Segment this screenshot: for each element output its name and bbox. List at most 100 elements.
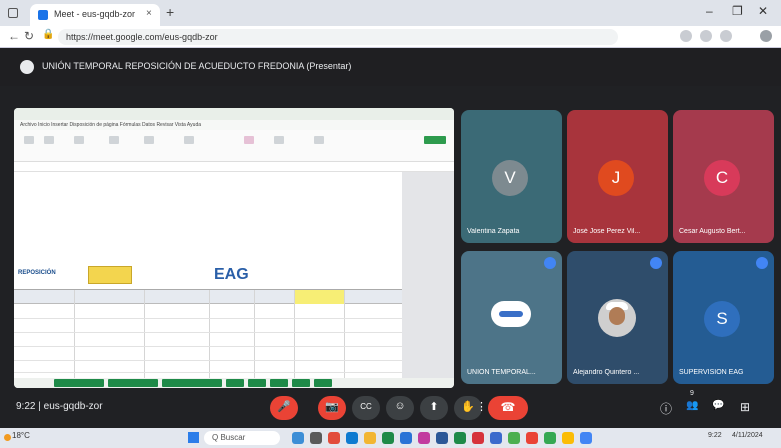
avatar: S [704, 301, 740, 337]
weather-icon [4, 434, 11, 441]
captions-icon: CC [360, 402, 372, 411]
present-button[interactable]: ⬆ [420, 396, 448, 420]
meeting-controls: 9:22 | eus-gqdb-zor 🎤 📷 CC ☺ ⬆ ✋ ⋮ ☎ ⓘ 👥… [0, 388, 781, 428]
people-icon[interactable]: 👥 [686, 400, 698, 411]
activities-icon[interactable]: ⊞ [740, 400, 750, 414]
spreadsheet-ribbon [14, 130, 454, 162]
camera-off-icon: 📷 [325, 401, 339, 413]
app-icon[interactable] [382, 432, 394, 444]
speaking-indicator-icon [544, 257, 556, 269]
windows-taskbar: 18°C Q Buscar 9:22 4/11/2024 [0, 428, 781, 448]
reload-icon[interactable]: ↻ [24, 29, 34, 43]
app-icon[interactable] [490, 432, 502, 444]
app-icon[interactable] [400, 432, 412, 444]
participant-tile-alejandro[interactable]: Alejandro Quintero ... [567, 251, 668, 384]
app-icon[interactable] [526, 432, 538, 444]
end-call-button[interactable]: ☎ [488, 396, 528, 420]
app-icon[interactable] [346, 432, 358, 444]
app-icon[interactable] [544, 432, 556, 444]
chat-icon[interactable]: 💬 [712, 400, 724, 411]
logo-reposicion: REPOSICIÓN [18, 270, 56, 276]
app-icon[interactable] [562, 432, 574, 444]
close-window-button[interactable]: ✕ [758, 4, 768, 18]
avatar: V [492, 160, 528, 196]
clock-time[interactable]: 9:22 [708, 432, 722, 439]
meet-favicon-icon [38, 10, 48, 20]
weather-widget[interactable]: 18°C [12, 431, 30, 440]
bookmark-icon[interactable] [700, 30, 712, 42]
tab-actions-icon[interactable] [8, 8, 18, 18]
present-icon: ⬆ [429, 401, 439, 413]
people-count: 9 [690, 390, 694, 397]
mic-button[interactable]: 🎤 [270, 396, 298, 420]
app-icon[interactable] [292, 432, 304, 444]
lock-icon[interactable]: 🔒 [42, 29, 54, 40]
minimize-button[interactable]: – [706, 4, 713, 18]
profile-icon[interactable] [720, 30, 732, 42]
more-options-button[interactable]: ⋮ [476, 396, 487, 420]
maximize-button[interactable]: ❐ [732, 4, 743, 18]
app-icon[interactable] [436, 432, 448, 444]
participant-tile-union-temporal[interactable]: UNIÓN TEMPORAL... [461, 251, 562, 384]
meet-window: UNIÓN TEMPORAL REPOSICIÓN DE ACUEDUCTO F… [0, 48, 781, 428]
extension-icon[interactable] [680, 30, 692, 42]
app-icon[interactable] [472, 432, 484, 444]
participant-tile-jose[interactable]: J José Jose Perez Vil... [567, 110, 668, 243]
browser-toolbar: ← ↻ 🔒 https://meet.google.com/eus-gqdb-z… [0, 26, 781, 48]
clock-date[interactable]: 4/11/2024 [732, 432, 763, 439]
meeting-code: eus-gqdb-zor [43, 401, 103, 412]
presentation-screen[interactable]: Archivo Inicio Insertar Disposición de p… [14, 108, 454, 388]
taskbar-search[interactable]: Q Buscar [204, 431, 280, 445]
spreadsheet-side-panel [402, 172, 454, 378]
app-icon[interactable] [454, 432, 466, 444]
app-icon[interactable] [328, 432, 340, 444]
windows-start-icon[interactable] [188, 432, 199, 443]
more-icon: ⋮ [476, 401, 487, 413]
speaking-indicator-icon [650, 257, 662, 269]
participant-name: José Jose Perez Vil... [573, 228, 641, 235]
emoji-icon: ☺ [394, 400, 406, 412]
app-icon[interactable] [580, 432, 592, 444]
avatar: J [598, 160, 634, 196]
browser-tab-meet[interactable]: Meet - eus-gqdb-zor × [30, 4, 160, 26]
browser-tab-bar: Meet - eus-gqdb-zor × + – ❐ ✕ [0, 0, 781, 26]
sheet-tabs [14, 378, 454, 388]
meeting-time: 9:22 [16, 401, 36, 412]
menu-icon[interactable] [760, 30, 772, 42]
participant-tile-supervision[interactable]: S SUPERVISION EAG [673, 251, 774, 384]
address-bar[interactable]: https://meet.google.com/eus-gqdb-zor [58, 29, 618, 45]
participant-tile-cesar[interactable]: C Cesar Augusto Bert... [673, 110, 774, 243]
spreadsheet-empty-area [14, 172, 454, 262]
avatar: C [704, 160, 740, 196]
logo-eag: EAG [214, 266, 249, 283]
table-header [14, 290, 454, 304]
app-icon[interactable] [364, 432, 376, 444]
presentation-title: UNIÓN TEMPORAL REPOSICIÓN DE ACUEDUCTO F… [42, 61, 352, 71]
participant-name: UNIÓN TEMPORAL... [467, 369, 536, 376]
participant-tile-valentina[interactable]: V Valentina Zapata [461, 110, 562, 243]
meeting-info: 9:22 | eus-gqdb-zor [16, 401, 103, 412]
tab-title: Meet - eus-gqdb-zor [54, 9, 136, 19]
union-temporal-logo-icon [491, 301, 531, 327]
speaking-indicator-icon [756, 257, 768, 269]
emoji-button[interactable]: ☺ [386, 396, 414, 420]
participant-name: SUPERVISION EAG [679, 369, 744, 376]
formula-bar [14, 162, 454, 172]
highlighted-column [294, 290, 344, 304]
app-icon[interactable] [310, 432, 322, 444]
spreadsheet-grid: REPOSICIÓN EAG [14, 262, 454, 378]
app-icon[interactable] [418, 432, 430, 444]
document-header: REPOSICIÓN EAG [14, 262, 454, 290]
captions-button[interactable]: CC [352, 396, 380, 420]
new-tab-button[interactable]: + [166, 4, 174, 20]
presentation-banner: UNIÓN TEMPORAL REPOSICIÓN DE ACUEDUCTO F… [0, 48, 781, 86]
back-icon[interactable]: ← [8, 29, 20, 43]
info-icon[interactable]: ⓘ [660, 400, 672, 417]
camera-button[interactable]: 📷 [318, 396, 346, 420]
app-icon[interactable] [508, 432, 520, 444]
presenter-icon [20, 60, 34, 74]
logo-yellow-badge [88, 266, 132, 284]
spreadsheet-title-bar [14, 108, 454, 120]
tab-close-button[interactable]: × [146, 8, 152, 19]
participant-name: Valentina Zapata [467, 228, 520, 235]
